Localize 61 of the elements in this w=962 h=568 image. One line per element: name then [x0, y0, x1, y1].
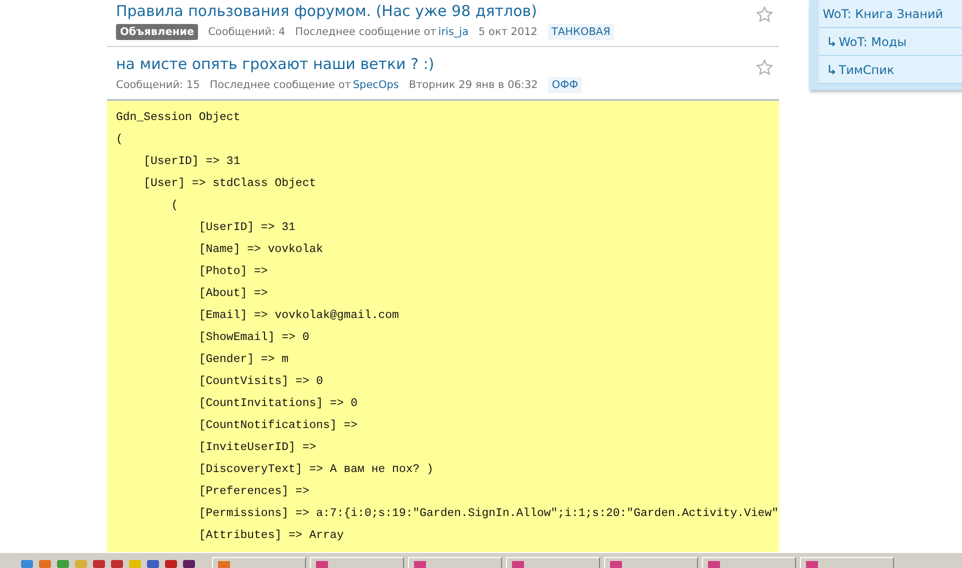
comment-count: Сообщений: 15: [116, 79, 200, 91]
code-line: [Gender] => m: [198, 352, 289, 368]
code-line: Gdn_Session Object: [116, 110, 240, 126]
window-icon: [217, 560, 231, 568]
taskbar-button[interactable]: [506, 557, 600, 568]
app-icon[interactable]: [164, 558, 178, 568]
code-line: [Attributes] => Array: [198, 528, 344, 544]
sidebar-item-label: ТимСпик: [838, 62, 894, 76]
sidebar-item-label: WoT: Моды: [838, 34, 907, 48]
sidebar-item[interactable]: WoT: Моды: [818, 28, 962, 56]
code-line: [CountVisits] => 0: [198, 374, 324, 390]
taskbar-button[interactable]: [212, 557, 306, 568]
code-line: [CountInvitations] => 0: [198, 396, 358, 412]
sidebar-item[interactable]: ТимСпик: [818, 56, 962, 84]
window-icon: [707, 560, 721, 568]
app-icon[interactable]: [146, 558, 160, 568]
taskbar-button[interactable]: [310, 557, 404, 568]
code-line: [Photo] =>: [198, 264, 268, 280]
announcement-badge: Объявление: [116, 24, 198, 40]
code-line: [InviteUserID] =>: [198, 440, 316, 456]
topic-title[interactable]: на мисте опять грохают наши ветки ? :): [116, 53, 434, 75]
code-line: [DiscoveryText] => А вам не пох? ): [198, 462, 434, 478]
window-icon: [609, 560, 623, 568]
code-line: [CountNotifications] =>: [198, 418, 358, 434]
taskbar-button[interactable]: [800, 557, 894, 568]
topic-title[interactable]: Правила пользования форумом. (Нас уже 98 дятлов): [116, 0, 537, 22]
sidebar-item[interactable]: WoT: Книга Знаний: [818, 0, 962, 28]
window-icon: [511, 560, 525, 568]
last-comment-date: 5 окт 2012: [478, 26, 538, 38]
subforum-arrow-icon: [828, 36, 836, 46]
code-line: [Email] => vovkolak@gmail.com: [198, 308, 399, 324]
code-line: [Permissions] => a:7:{i:0;s:19:"Garden.SignIn.Allow";i:1;s:20:"Garden.Activity.View": [198, 506, 779, 522]
code-line: (: [170, 198, 178, 214]
user-link[interactable]: iris_ja: [438, 26, 469, 38]
subforum-arrow-icon: [828, 64, 836, 74]
window-icon: [315, 560, 329, 568]
last-comment-date: Вторник 29 янв в 06:32: [408, 79, 538, 91]
last-comment-label: Последнее сообщение от: [210, 79, 351, 91]
taskbar-button[interactable]: [408, 557, 502, 568]
user-link[interactable]: SpecOps: [352, 79, 399, 91]
taskbar-button[interactable]: [604, 557, 698, 568]
star-icon[interactable]: [756, 6, 773, 23]
code-line: [Name] => vovkolak: [198, 242, 324, 258]
code-line: [UserID] => 31: [198, 220, 296, 236]
app-icon[interactable]: [92, 558, 106, 568]
window-icon: [413, 560, 427, 568]
star-icon[interactable]: [756, 59, 773, 76]
window-icon: [805, 560, 819, 568]
code-line: (: [116, 132, 123, 148]
category-tag[interactable]: ОФФ: [548, 77, 582, 93]
code-line: [ShowEmail] => 0: [198, 330, 310, 346]
code-line: [User] => stdClass Object: [142, 176, 316, 192]
comment-count: Сообщений: 4: [208, 26, 286, 38]
code-line: [Preferences] =>: [198, 484, 310, 500]
app-icon[interactable]: [182, 558, 196, 568]
last-comment-label: Последнее сообщение от: [295, 26, 436, 38]
code-line: [UserID] => 31: [142, 154, 240, 170]
category-tag[interactable]: ТАНКОВАЯ: [548, 24, 614, 40]
code-line: [About] =>: [198, 286, 268, 302]
app-icon[interactable]: [110, 558, 124, 568]
taskbar-button[interactable]: [702, 557, 796, 568]
